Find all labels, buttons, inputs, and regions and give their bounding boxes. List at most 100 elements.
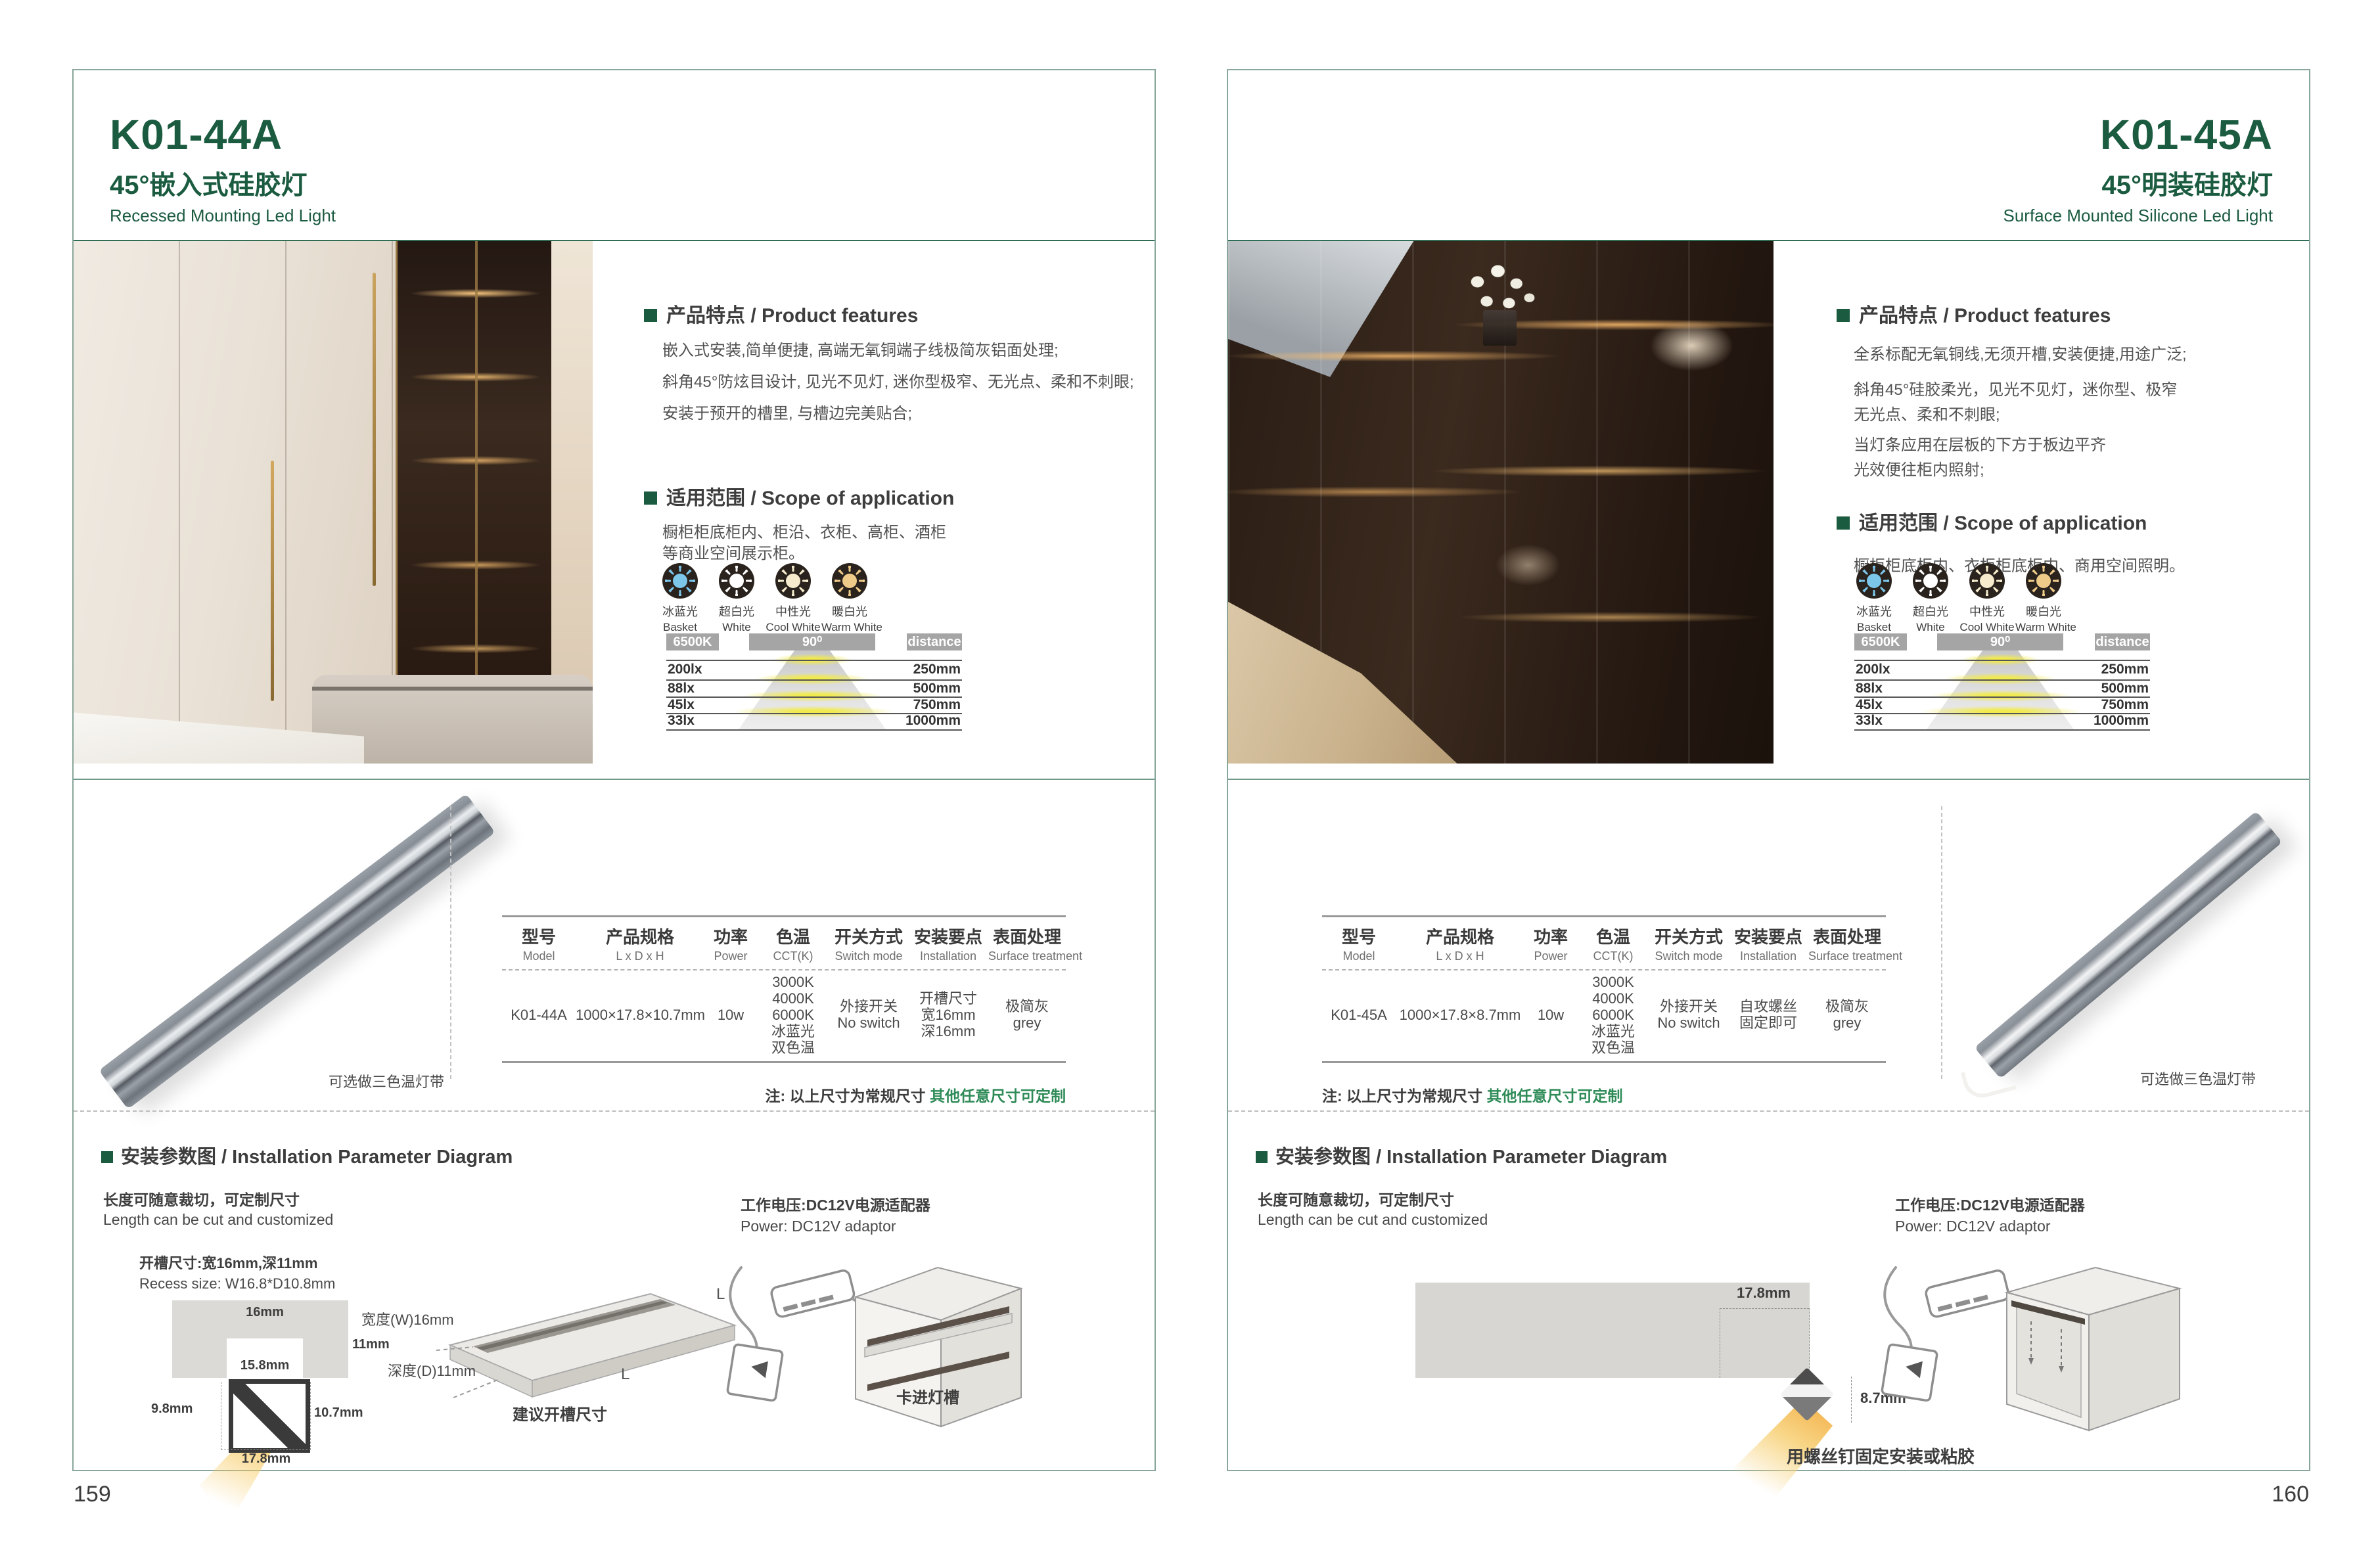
bullet-square-icon [644, 491, 657, 505]
lifestyle-photo-wardrobe [74, 241, 593, 764]
scope-line: 橱柜柜底柜内、柜沿、衣柜、高柜、酒柜 [662, 519, 946, 542]
feature-line: 无光点、柔和不刺眼; [1854, 401, 2000, 424]
feature-line: 当灯条应用在层板的下方于板边平齐 [1854, 432, 2106, 455]
custom-size-note: 注: 以上尺寸为常规尺寸 其他任意尺寸可定制 [502, 1084, 1066, 1106]
light-option-white: 超白光 White [1902, 563, 1959, 634]
spec-installation: 开槽尺寸宽16mm 深16mm [908, 990, 988, 1039]
lux-value: 88lx [1856, 681, 1883, 696]
dim-9-8mm: 9.8mm [151, 1402, 193, 1417]
light-pool-art [743, 690, 882, 702]
features-title: 产品特点 / Product features [1837, 299, 2111, 328]
spec-surface: 极简灰grey [988, 998, 1066, 1031]
distance-value: 750mm [2101, 697, 2149, 713]
spec-installation: 自攻螺丝固定即可 [1728, 998, 1808, 1031]
spec-model: K01-45A [1322, 1007, 1396, 1023]
light-label-cn: 暖白光 [2015, 603, 2072, 620]
feature-line: 斜角45°硅胶柔光，见光不见灯，迷你型、极窄 [1854, 377, 2177, 399]
lux-value: 88lx [668, 681, 695, 696]
dim-11mm: 11mm [352, 1337, 390, 1352]
warm-white-sun-icon [832, 563, 867, 599]
cabinet-caption: 卡进灯槽 [896, 1384, 959, 1407]
groove-width-label: 宽度(W)16mm [361, 1308, 454, 1329]
installation-title: 安装参数图 / Installation Parameter Diagram [1256, 1141, 1667, 1169]
section-divider [74, 779, 1155, 780]
light-pool-art [1931, 690, 2071, 702]
power-label-cn: 工作电压:DC12V电源适配器 [741, 1193, 930, 1215]
power-label-en: Power: DC12V adaptor [1895, 1218, 2051, 1235]
white-sun-icon [1913, 563, 1948, 599]
spec-cct: 3000K4000K 6000K冰蓝光 双色温 [757, 974, 829, 1056]
beam-angle-badge: 90⁰ [1937, 633, 2063, 650]
spec-data-row: K01-45A 1000×17.8×8.7mm 10w 3000K4000K 6… [1322, 973, 1886, 1056]
feature-line: 嵌入式安装,简单便捷, 高端无氧铜端子线极简灰铝面处理; [662, 337, 1059, 360]
light-option-ice-blue: 冰蓝光 Basket [1846, 563, 1902, 634]
cabinet-diagram [836, 1248, 1041, 1445]
light-distribution-diagram: 6500K 90⁰ distance 200lx 250mm 88lx 500m… [666, 632, 962, 732]
profile-cross-section-art [229, 1379, 310, 1453]
light-label-cn: 超白光 [1902, 603, 1959, 620]
ice-blue-sun-icon [1856, 563, 1892, 599]
flowers-art [1452, 252, 1544, 340]
product-title-en: Recessed Mounting Led Light [110, 206, 336, 226]
distance-value: 750mm [913, 697, 961, 713]
light-option-cool-white: 中性光 Cool White [765, 563, 821, 634]
length-note-cn: 长度可随意裁切，可定制尺寸 [103, 1187, 300, 1210]
light-label-cn: 冰蓝光 [1846, 603, 1902, 620]
vertical-dashed-divider [1941, 806, 1942, 1079]
white-sun-icon [719, 563, 754, 599]
bullet-square-icon [644, 309, 657, 322]
spec-switch: 外接开关No switch [829, 998, 908, 1031]
light-label-cn: 中性光 [765, 603, 821, 620]
length-note-en: Length can be cut and customized [103, 1211, 333, 1229]
scope-title-text: 适用范围 / Scope of application [666, 488, 954, 509]
dim-10-7mm: 10.7mm [314, 1405, 363, 1421]
scope-title: 适用范围 / Scope of application [1837, 507, 2147, 536]
light-distribution-diagram: 6500K 90⁰ distance 200lx 250mm 88lx 500m… [1854, 632, 2150, 732]
distance-value: 250mm [2101, 662, 2149, 677]
product-title-cn: 45°明装硅胶灯 [2003, 164, 2274, 202]
spec-surface: 极简灰grey [1808, 998, 1886, 1031]
cct-badge: 6500K [666, 633, 719, 650]
dim-15-8mm: 15.8mm [227, 1358, 303, 1373]
lux-value: 45lx [668, 697, 695, 713]
power-label-en: Power: DC12V adaptor [741, 1218, 896, 1235]
page-number-right: 160 [2254, 1482, 2309, 1507]
suggested-groove-label: 建议开槽尺寸 [513, 1402, 607, 1425]
bullet-square-icon [1256, 1151, 1268, 1163]
warm-white-sun-icon [2026, 563, 2061, 599]
cool-white-sun-icon [775, 563, 811, 599]
lux-value: 33lx [668, 713, 695, 729]
feature-line: 安装于预开的槽里, 与槽边完美贴合; [662, 400, 912, 423]
light-option-white: 超白光 White [708, 563, 765, 634]
catalog-page-left: K01-44A 45°嵌入式硅胶灯 Recessed Mounting Led … [72, 69, 1156, 1471]
scope-title-text: 适用范围 / Scope of application [1859, 513, 2147, 534]
spec-table: 型号Model 产品规格L x D x H 功率Power 色温CCT(K) 开… [502, 915, 1066, 1063]
scope-title: 适用范围 / Scope of application [644, 482, 954, 511]
product-model: K01-44A [110, 112, 336, 157]
spec-data-row: K01-44A 1000×17.8×10.7mm 10w 3000K4000K … [502, 973, 1066, 1056]
spec-header-row: 型号Model 产品规格L x D x H 功率Power 色温CCT(K) 开… [1322, 924, 1886, 963]
ice-blue-sun-icon [662, 563, 698, 599]
lux-value: 200lx [668, 662, 702, 677]
dim-17-8mm: 17.8mm [1718, 1285, 1810, 1302]
light-pool-art [1944, 673, 2056, 685]
section-divider-dashed [74, 1110, 1155, 1112]
distance-value: 1000mm [2094, 713, 2149, 729]
light-option-ice-blue: 冰蓝光 Basket [652, 563, 708, 634]
aluminium-profile-render [1964, 805, 2293, 1087]
product-title-en: Surface Mounted Silicone Led Light [2003, 206, 2274, 226]
features-title-text: 产品特点 / Product features [666, 305, 918, 327]
feature-line: 全系标配无氧铜线,无须开槽,安装便捷,用途广泛; [1854, 341, 2187, 364]
catalog-page-right: K01-45A 45°明装硅胶灯 Surface Mounted Silicon… [1227, 69, 2310, 1471]
light-color-icons: 冰蓝光 Basket 超白光 White 中性光 Cool White 暖白光 … [1846, 563, 2072, 634]
length-note-cn: 长度可随意裁切，可定制尺寸 [1258, 1187, 1454, 1210]
beam-angle-badge: 90⁰ [749, 633, 875, 650]
bullet-square-icon [1837, 309, 1850, 322]
recess-size-en: Recess size: W16.8*D10.8mm [139, 1275, 335, 1292]
section-divider-dashed [1228, 1110, 2309, 1112]
light-option-cool-white: 中性光 Cool White [1959, 563, 2015, 634]
light-pool-art [756, 673, 868, 685]
light-label-cn: 冰蓝光 [652, 603, 708, 620]
spec-header-row: 型号Model 产品规格L x D x H 功率Power 色温CCT(K) 开… [502, 924, 1066, 963]
product-title-cn: 45°嵌入式硅胶灯 [110, 164, 336, 202]
